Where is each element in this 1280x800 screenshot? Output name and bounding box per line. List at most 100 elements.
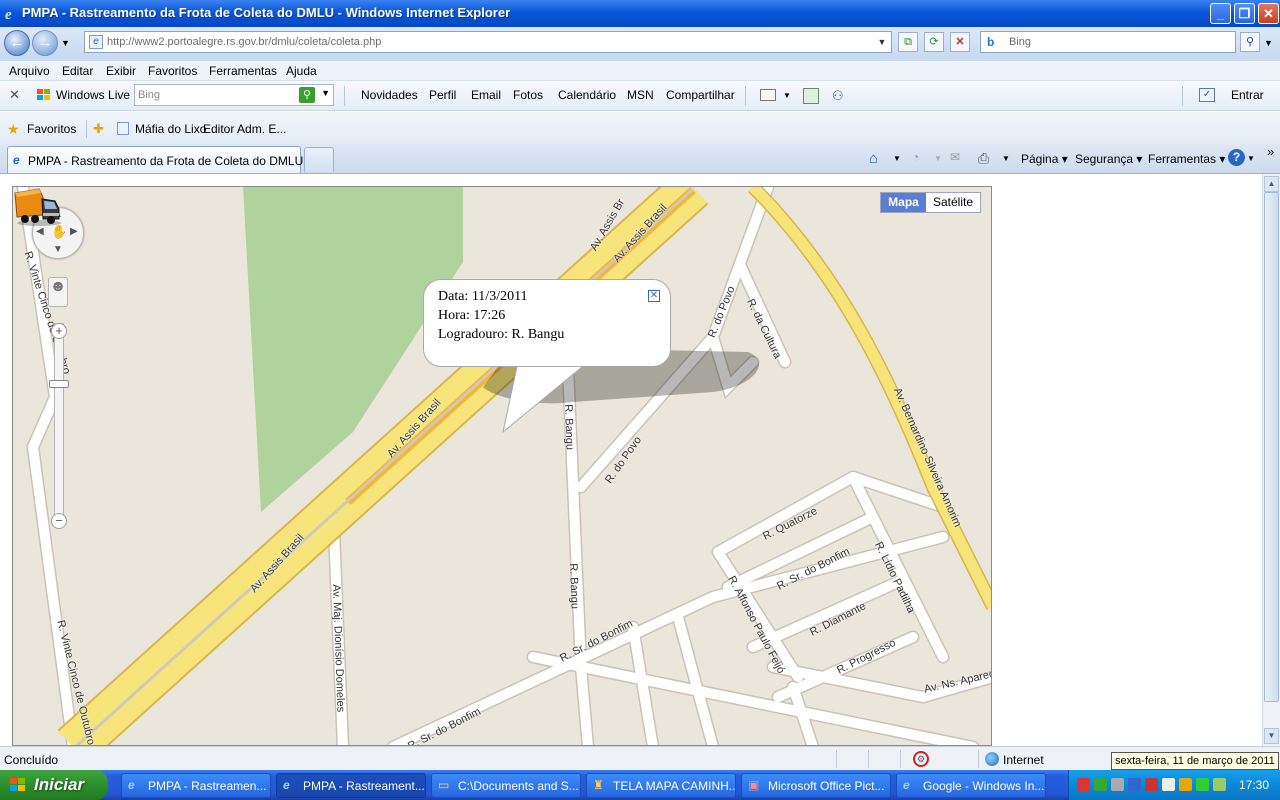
compat-view-icon[interactable]: ⧉	[898, 32, 918, 52]
garbage-truck-icon[interactable]	[13, 187, 61, 227]
tray-icon[interactable]	[1213, 778, 1226, 791]
link-compartilhar[interactable]: Compartilhar	[666, 88, 735, 102]
map-canvas[interactable]: Av. Assis Br Av. Assis Brasil Av. Assis …	[12, 186, 992, 746]
popup-close-icon[interactable]: ✕	[648, 290, 660, 302]
tray-icon[interactable]	[1162, 778, 1175, 791]
minimize-button[interactable]: _	[1210, 3, 1231, 24]
system-tray: 17:30	[1068, 770, 1280, 800]
link-novidades[interactable]: Novidades	[361, 88, 418, 102]
street-view-pegman-icon[interactable]: ☻	[48, 277, 68, 307]
start-button[interactable]: Iniciar	[0, 770, 108, 800]
signin-link[interactable]: Entrar	[1231, 88, 1264, 102]
tab-pmpa[interactable]: e PMPA - Rastreamento da Frota de Coleta…	[7, 146, 303, 173]
zoom-in-button[interactable]: +	[51, 323, 67, 339]
tray-icon[interactable]	[1196, 778, 1209, 791]
link-fotos[interactable]: Fotos	[513, 88, 543, 102]
pan-down-icon[interactable]: ▼	[53, 244, 63, 255]
favorites-button[interactable]: Favoritos	[27, 122, 76, 136]
favorite-link-editor[interactable]: Editor Adm. E...	[203, 122, 286, 136]
close-button[interactable]: ✕	[1258, 3, 1279, 24]
scroll-thumb[interactable]	[1264, 192, 1279, 702]
tray-icon[interactable]	[1128, 778, 1141, 791]
search-box[interactable]: b Bing	[980, 31, 1236, 53]
print-icon[interactable]: ⎙	[978, 150, 994, 166]
scroll-up-icon[interactable]: ▲	[1264, 176, 1279, 192]
taskbar-item-active[interactable]: e PMPA - Rastreament...	[276, 773, 426, 798]
translate-icon[interactable]: ⚇	[832, 88, 844, 104]
popup-blocker-icon[interactable]: ⚙	[913, 751, 929, 767]
link-calendario[interactable]: Calendário	[558, 88, 616, 102]
menu-pagina[interactable]: Página ▾	[1021, 152, 1068, 166]
menu-seguranca[interactable]: Segurança ▾	[1075, 152, 1142, 166]
menu-ferramentas-cmd[interactable]: Ferramentas ▾	[1148, 152, 1225, 166]
address-url[interactable]: http://www2.portoalegre.rs.gov.br/dmlu/c…	[107, 36, 381, 48]
messenger-icon[interactable]	[760, 89, 776, 101]
search-options-icon[interactable]: ▼	[1264, 38, 1273, 48]
live-search-go-icon[interactable]: ⚲	[299, 87, 315, 103]
map-type-satellite-button[interactable]: Satélite	[926, 193, 980, 212]
taskbar-item[interactable]: ▣ Microsoft Office Pict...	[741, 773, 891, 798]
signin-icon[interactable]: ✓	[1199, 88, 1215, 102]
bing-logo-icon: b	[987, 35, 995, 49]
messenger-dropdown-icon[interactable]: ▼	[783, 91, 791, 100]
add-favorites-icon[interactable]: ✚	[93, 121, 104, 137]
status-bar: Concluído ⚙ Internet	[0, 746, 1280, 770]
address-dropdown-icon[interactable]: ▼	[875, 34, 889, 50]
link-email[interactable]: Email	[471, 88, 501, 102]
live-search-dropdown-icon[interactable]: ▼	[321, 88, 330, 98]
zoom-out-button[interactable]: −	[51, 513, 67, 529]
stop-icon[interactable]: ✕	[950, 32, 970, 52]
search-placeholder[interactable]: Bing	[1009, 36, 1031, 48]
favorites-star-icon[interactable]: ★	[7, 121, 20, 138]
menu-favoritos[interactable]: Favoritos	[148, 64, 197, 78]
close-toolbar-icon[interactable]: ✕	[9, 87, 20, 103]
favorite-link-mafia[interactable]: Máfia do Lixo	[135, 122, 206, 136]
menu-editar[interactable]: Editar	[62, 64, 93, 78]
menu-arquivo[interactable]: Arquivo	[9, 64, 50, 78]
scroll-down-icon[interactable]: ▼	[1264, 728, 1279, 744]
help-dropdown-icon[interactable]: ▼	[1247, 154, 1255, 163]
menu-ferramentas[interactable]: Ferramentas	[209, 64, 277, 78]
link-msn[interactable]: MSN	[627, 88, 654, 102]
tray-icon[interactable]	[1145, 778, 1158, 791]
forward-button[interactable]: →	[32, 30, 58, 56]
map-type-map-button[interactable]: Mapa	[881, 193, 926, 212]
security-zone[interactable]: Internet	[1003, 753, 1044, 767]
taskbar-item[interactable]: e PMPA - Rastreamen...	[121, 773, 271, 798]
taskbar-item[interactable]: ♜ TELA MAPA CAMINH...	[586, 773, 736, 798]
more-commands-icon[interactable]: »	[1267, 144, 1274, 159]
maximize-button[interactable]: ❐	[1234, 3, 1255, 24]
tab-label[interactable]: PMPA - Rastreamento da Frota de Coleta d…	[28, 154, 303, 168]
live-search-placeholder[interactable]: Bing	[138, 89, 160, 101]
back-button[interactable]: ←	[4, 30, 30, 56]
home-icon[interactable]: ⌂	[869, 150, 885, 167]
tray-icon[interactable]	[1179, 778, 1192, 791]
address-bar[interactable]: e http://www2.portoalegre.rs.gov.br/dmlu…	[84, 31, 892, 53]
refresh-icon[interactable]: ⟳	[924, 32, 944, 52]
help-icon[interactable]: ?	[1228, 149, 1245, 166]
history-dropdown-icon[interactable]: ▼	[61, 38, 70, 48]
new-tab-button[interactable]	[304, 147, 334, 172]
tray-icon[interactable]	[1111, 778, 1124, 791]
search-icon[interactable]: ⚲	[1240, 32, 1260, 52]
zoom-slider-track[interactable]	[54, 323, 64, 523]
pan-left-icon[interactable]: ◀	[36, 226, 44, 237]
tray-icon[interactable]	[1094, 778, 1107, 791]
feeds-icon[interactable]: ◔	[912, 150, 928, 166]
taskbar-item[interactable]: e Google - Windows In...	[896, 773, 1046, 798]
mail-icon[interactable]: ✉	[950, 150, 966, 166]
clock[interactable]: 17:30	[1239, 778, 1269, 792]
photo-share-icon[interactable]	[803, 88, 819, 104]
taskbar-item[interactable]: ▭ C:\Documents and S...	[431, 773, 581, 798]
link-perfil[interactable]: Perfil	[429, 88, 456, 102]
live-search-input[interactable]: Bing ⚲ ▼	[134, 84, 334, 106]
vertical-scrollbar[interactable]: ▲ ▼	[1262, 174, 1280, 746]
menu-exibir[interactable]: Exibir	[106, 64, 136, 78]
tray-icon[interactable]	[1077, 778, 1090, 791]
windows-live-label[interactable]: Windows Live	[56, 88, 130, 102]
print-dropdown-icon[interactable]: ▼	[1002, 154, 1010, 163]
home-dropdown-icon[interactable]: ▼	[893, 154, 901, 163]
pan-right-icon[interactable]: ▶	[70, 226, 78, 237]
menu-ajuda[interactable]: Ajuda	[286, 64, 317, 78]
zoom-slider-knob[interactable]	[49, 380, 69, 389]
